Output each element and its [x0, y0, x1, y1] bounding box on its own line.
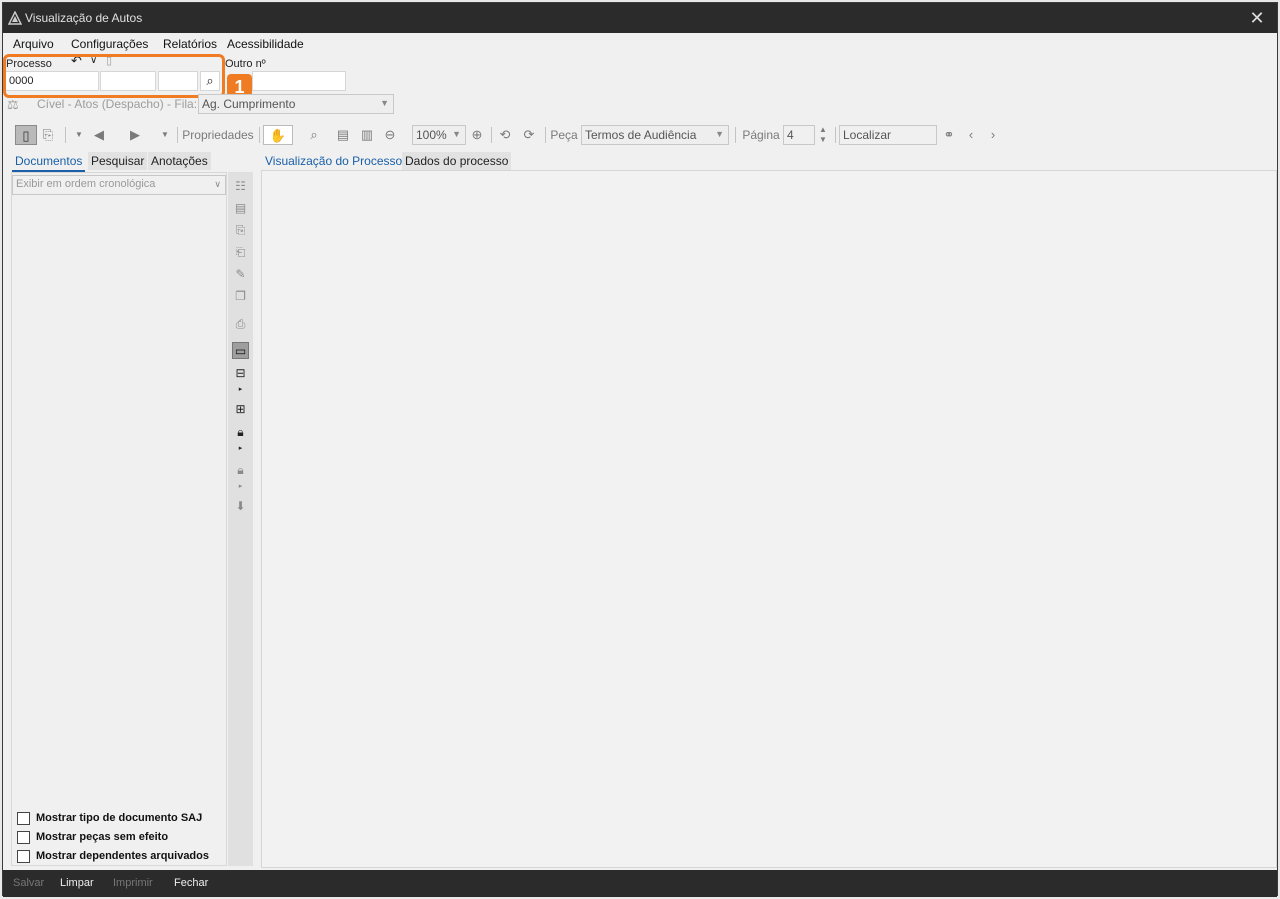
toolbar: ▯ ⎘ ▼ ◀ ▶ ▼ Propriedades ✋ ⌕ ▤ ▥ ⊖ 100% … — [3, 123, 1277, 147]
outro-numero-label: Outro nº — [225, 58, 266, 70]
caret-right-icon[interactable]: ▸ — [232, 440, 249, 457]
download-icon[interactable]: ⬇ — [232, 498, 249, 515]
note-list-icon[interactable]: ⊟ — [232, 365, 249, 382]
properties-button[interactable]: Propriedades — [181, 125, 255, 145]
copy-icon[interactable]: ❐ — [232, 288, 249, 305]
chevron-down-icon: ▼ — [715, 129, 724, 139]
lock-disabled-icon[interactable]: 🔒︎ — [232, 462, 249, 479]
peca-label: Peça — [550, 128, 578, 142]
order-selected: Exibir em ordem cronológica — [16, 178, 156, 190]
zoom-select[interactable]: 100% ▼ — [412, 125, 466, 145]
chevron-down-icon: ▼ — [380, 98, 389, 108]
menu-bar: Arquivo Configurações Relatórios Acessib… — [3, 34, 1277, 54]
rotate-right-button[interactable]: ⟳ — [519, 125, 539, 145]
title-bar: Visualização de Autos ✕ — [3, 3, 1277, 33]
callout-highlight — [3, 54, 225, 98]
menu-arquivo[interactable]: Arquivo — [13, 37, 54, 51]
certificate-icon[interactable]: ⎙ — [232, 316, 249, 333]
save-button[interactable]: Salvar — [13, 877, 44, 889]
chevron-down-icon: ∨ — [214, 179, 221, 189]
checkbox-show-archived[interactable]: Mostrar dependentes arquivados — [17, 849, 227, 865]
close-button[interactable]: Fechar — [174, 877, 208, 889]
localizar-field[interactable]: Localizar — [839, 125, 937, 145]
outro-numero-field[interactable] — [252, 71, 346, 91]
zoom-in-button[interactable]: ⊕ — [469, 125, 485, 145]
menu-configuracoes[interactable]: Configurações — [71, 37, 148, 51]
document-remove-icon[interactable]: ⎗ — [232, 244, 249, 261]
tab-anotacoes[interactable]: Anotações — [148, 152, 211, 170]
fit-page-button[interactable]: ▥ — [358, 125, 376, 145]
queue-text: Cível - Atos (Despacho) - Fila: — [37, 97, 198, 111]
window-title: Visualização de Autos — [25, 11, 143, 25]
status-bar: Salvar Limpar Imprimir Fechar — [3, 870, 1277, 897]
checkbox-show-no-effect[interactable]: Mostrar peças sem efeito — [17, 830, 227, 846]
order-select[interactable]: Exibir em ordem cronológica ∨ — [12, 175, 226, 195]
document-search-icon[interactable]: ⎘ — [232, 222, 249, 239]
zoom-tool-button[interactable]: ⌕ — [301, 125, 327, 145]
history-back-dropdown[interactable]: ▼ — [73, 125, 85, 145]
next-document-button[interactable]: ▶ — [125, 125, 145, 145]
document-actions-sidebar: ☷ ▤ ⎘ ⎗ ✎ ❐ ⎙ ▭ ⊟ ▸ ⊞ 🔒︎ ▸ 🔒︎ ▸ ⬇ — [228, 172, 253, 866]
zoom-out-button[interactable]: ⊖ — [381, 125, 399, 145]
sign-icon[interactable]: ✎ — [232, 266, 249, 283]
tab-visualizacao-processo[interactable]: Visualização do Processo — [262, 152, 406, 172]
add-note-icon[interactable]: ⊞ — [232, 401, 249, 418]
document-canvas[interactable] — [261, 170, 1277, 868]
hand-tool-button[interactable]: ✋ — [263, 125, 293, 145]
menu-relatorios[interactable]: Relatórios — [163, 37, 217, 51]
tab-documentos[interactable]: Documentos — [12, 152, 86, 172]
workflow-icon: ⚖ — [7, 97, 19, 112]
peca-selected: Termos de Audiência — [585, 128, 697, 142]
tab-pesquisar[interactable]: Pesquisar — [88, 152, 148, 170]
process-viewer: Visualização do Processo Dados do proces… — [261, 148, 1277, 868]
note-icon[interactable]: ▭ — [232, 342, 249, 359]
find-previous-button[interactable]: ‹ — [963, 125, 979, 145]
app-window: Visualização de Autos ✕ Arquivo Configur… — [2, 2, 1278, 897]
close-icon[interactable]: ✕ — [1245, 6, 1269, 30]
binoculars-icon[interactable]: ⚭ — [939, 125, 959, 145]
clear-button[interactable]: Limpar — [60, 877, 94, 889]
previous-document-button[interactable]: ◀ — [89, 125, 109, 145]
thumbnail-view-button[interactable]: ⎘ — [39, 125, 57, 145]
caret-right-icon[interactable]: ▸ — [232, 478, 249, 495]
caret-right-icon[interactable]: ▸ — [232, 381, 249, 398]
peca-select[interactable]: Termos de Audiência ▼ — [581, 125, 729, 145]
pagina-field[interactable]: 4 — [783, 125, 815, 145]
queue-selected: Ag. Cumprimento — [202, 97, 296, 111]
pagina-stepper[interactable]: ▲ ▼ — [817, 125, 829, 145]
app-logo-icon — [8, 11, 22, 25]
document-list: Exibir em ordem cronológica ∨ Mostrar ti… — [11, 172, 227, 866]
documents-panel: Documentos Pesquisar Anotações Exibir em… — [11, 148, 257, 866]
layers-icon[interactable]: ▤ — [232, 200, 249, 217]
document-view-button[interactable]: ▯ — [15, 125, 37, 145]
print-button[interactable]: Imprimir — [113, 877, 153, 889]
menu-acessibilidade[interactable]: Acessibilidade — [227, 37, 304, 51]
history-forward-dropdown[interactable]: ▼ — [159, 125, 171, 145]
pagina-label: Página — [742, 128, 780, 142]
lock-icon[interactable]: 🔒︎ — [232, 424, 249, 441]
zoom-value: 100% — [416, 128, 447, 142]
rotate-left-button[interactable]: ⟲ — [495, 125, 515, 145]
tab-dados-processo[interactable]: Dados do processo — [402, 152, 512, 170]
fit-width-button[interactable]: ▤ — [334, 125, 352, 145]
tree-icon[interactable]: ☷ — [232, 178, 249, 195]
find-next-button[interactable]: › — [985, 125, 1001, 145]
checkbox-show-saj-type[interactable]: Mostrar tipo de documento SAJ — [17, 811, 227, 827]
queue-select[interactable]: Ag. Cumprimento ▼ — [198, 94, 394, 114]
chevron-down-icon: ▼ — [452, 129, 461, 139]
